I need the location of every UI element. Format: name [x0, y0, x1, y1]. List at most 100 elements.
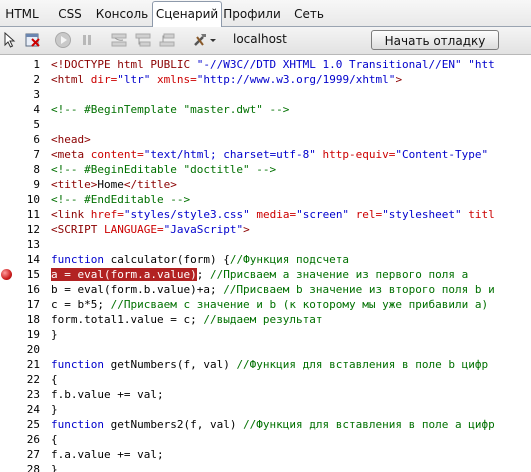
- code-text: <SCRIPT LANGUAGE="JavaScript">: [51, 222, 250, 237]
- code-line[interactable]: 9 <title>Home</title>: [0, 177, 531, 192]
- tab-script[interactable]: Сценарий: [152, 1, 222, 28]
- line-number: 20: [26, 343, 40, 356]
- code-token: "stylesheet": [382, 208, 469, 221]
- code-token: dir=: [90, 73, 118, 86]
- code-token: getNumbers(f, val): [103, 358, 237, 371]
- code-token: http-equiv=: [322, 148, 396, 161]
- code-token: f.a.value += val;: [51, 448, 164, 461]
- clear-icon[interactable]: [24, 31, 42, 49]
- code-token: function: [51, 418, 104, 431]
- code-token: <!DOCTYPE html PUBLIC: [51, 58, 197, 71]
- code-line[interactable]: 19}: [0, 327, 531, 342]
- step-out-icon[interactable]: [158, 31, 176, 49]
- line-number: 1: [33, 58, 40, 71]
- step-into-icon[interactable]: [134, 31, 152, 49]
- code-token: <SCRIPT: [51, 223, 104, 236]
- code-line[interactable]: 10 <!-- #EndEditable -->: [0, 192, 531, 207]
- code-token: "styles/style3.css": [123, 208, 257, 221]
- code-text: function calculator(form) {//Функция под…: [51, 252, 349, 267]
- code-line[interactable]: 16 b = eval(form.b.value)+a; //Присваем b…: [0, 282, 531, 297]
- continue-icon[interactable]: [54, 31, 72, 49]
- tab-net[interactable]: Сеть: [288, 3, 330, 25]
- code-line[interactable]: 21 function getNumbers(f, val) //Функция …: [0, 357, 531, 372]
- code-line[interactable]: 22 {: [0, 372, 531, 387]
- code-token: content=: [90, 148, 144, 161]
- code-token: media=: [256, 208, 297, 221]
- code-token: a = eval(form.a.value): [51, 268, 197, 281]
- code-line[interactable]: 4 <!-- #BeginTemplate "master.dwt" -->: [0, 102, 531, 117]
- line-number: 11: [26, 208, 40, 221]
- code-line[interactable]: 12 <SCRIPT LANGUAGE="JavaScript">: [0, 222, 531, 237]
- code-line[interactable]: 7 <meta content="text/html; charset=utf-8…: [0, 147, 531, 162]
- tab-css[interactable]: CSS: [52, 3, 88, 25]
- code-line[interactable]: 13: [0, 237, 531, 252]
- code-line[interactable]: 5: [0, 117, 531, 132]
- code-line[interactable]: 28}: [0, 462, 531, 472]
- code-token: ;: [196, 268, 210, 281]
- code-line[interactable]: 2 <html dir="ltr" xmlns="http://www.w3.or…: [0, 72, 531, 87]
- code-text: b = eval(form.b.value)+a; //Присваем b з…: [51, 282, 495, 297]
- line-number: 15: [26, 268, 40, 281]
- code-text: <!DOCTYPE html PUBLIC "-//W3C//DTD XHTML…: [51, 57, 495, 72]
- tools-icon[interactable]: [192, 31, 216, 49]
- line-number: 7: [33, 148, 40, 161]
- code-text: <meta content="text/html; charset=utf-8"…: [51, 147, 488, 162]
- code-token: <link: [51, 208, 91, 221]
- code-token: <html: [51, 73, 91, 86]
- tab-html[interactable]: HTML: [2, 3, 42, 25]
- start-debug-button[interactable]: Начать отладку: [371, 30, 499, 50]
- code-editor[interactable]: 1 <!DOCTYPE html PUBLIC "-//W3C//DTD XHTM…: [0, 55, 531, 472]
- code-line[interactable]: 14 function calculator(form) {//Функция п…: [0, 252, 531, 267]
- code-token: LANGUAGE=: [103, 223, 164, 236]
- line-number: 17: [26, 298, 40, 311]
- location-label[interactable]: localhost: [233, 32, 287, 46]
- code-line[interactable]: 15 a = eval(form.a.value); //Присваем а з…: [0, 267, 531, 282]
- code-line[interactable]: 23 f.b.value += val;: [0, 387, 531, 402]
- line-number: 24: [26, 403, 40, 416]
- line-number: 14: [26, 253, 40, 266]
- inspect-icon[interactable]: [2, 31, 20, 49]
- step-over-icon[interactable]: [110, 31, 128, 49]
- line-number: 6: [33, 133, 40, 146]
- code-text: f.b.value += val;: [51, 387, 164, 402]
- code-line[interactable]: 18 form.total1.value = c; //выдаем резуль…: [0, 312, 531, 327]
- code-token: //Функция для вставления в поле a цифр: [243, 418, 495, 431]
- code-line[interactable]: 17 c = b*5; //Присваем с значение и b (к …: [0, 297, 531, 312]
- code-line[interactable]: 1 <!DOCTYPE html PUBLIC "-//W3C//DTD XHTM…: [0, 57, 531, 72]
- code-line[interactable]: 26 {: [0, 432, 531, 447]
- code-line[interactable]: 24}: [0, 402, 531, 417]
- line-number: 13: [26, 238, 40, 251]
- code-text: <title>Home</title>: [51, 177, 177, 192]
- code-token: <head>: [51, 133, 91, 146]
- code-token: >: [243, 223, 250, 236]
- code-text: c = b*5; //Присваем с значение и b (к ко…: [51, 297, 488, 312]
- code-line[interactable]: 27 f.a.value += val;: [0, 447, 531, 462]
- code-line[interactable]: 25 function getNumbers2(f, val) //Функция…: [0, 417, 531, 432]
- tab-console[interactable]: Консоль: [93, 3, 151, 25]
- code-token: //выдаем результат: [203, 313, 323, 326]
- line-number: 3: [33, 88, 40, 101]
- code-token: "http://www.w3.org/1999/xhtml": [196, 73, 396, 86]
- code-token: "-//W3C//DTD XHTML 1.0 Transitional//EN": [196, 58, 462, 71]
- line-number: 23: [26, 388, 40, 401]
- code-token: //Функция подсчета: [229, 253, 350, 266]
- line-number: 2: [33, 73, 40, 86]
- code-text: <link href="styles/style3.css" media="sc…: [51, 207, 495, 222]
- code-token: Home: [97, 178, 124, 191]
- tab-profiles[interactable]: Профили: [223, 3, 281, 25]
- code-line[interactable]: 20: [0, 342, 531, 357]
- pause-icon[interactable]: [78, 31, 96, 49]
- code-line[interactable]: 3: [0, 87, 531, 102]
- code-token: form.total1.value = c;: [51, 313, 204, 326]
- code-token: "screen": [296, 208, 356, 221]
- line-number: 18: [26, 313, 40, 326]
- breakpoint-icon[interactable]: [1, 269, 12, 280]
- code-line[interactable]: 6 <head>: [0, 132, 531, 147]
- code-text: function getNumbers(f, val) //Функция дл…: [51, 357, 488, 372]
- code-token: <meta: [51, 148, 91, 161]
- code-text: <!-- #BeginTemplate "master.dwt" -->: [51, 102, 289, 117]
- code-line[interactable]: 8 <!-- #BeginEditable "doctitle" -->: [0, 162, 531, 177]
- code-line[interactable]: 11 <link href="styles/style3.css" media="…: [0, 207, 531, 222]
- code-token: <!-- #BeginEditable "doctitle" -->: [51, 163, 277, 176]
- line-number: 19: [26, 328, 40, 341]
